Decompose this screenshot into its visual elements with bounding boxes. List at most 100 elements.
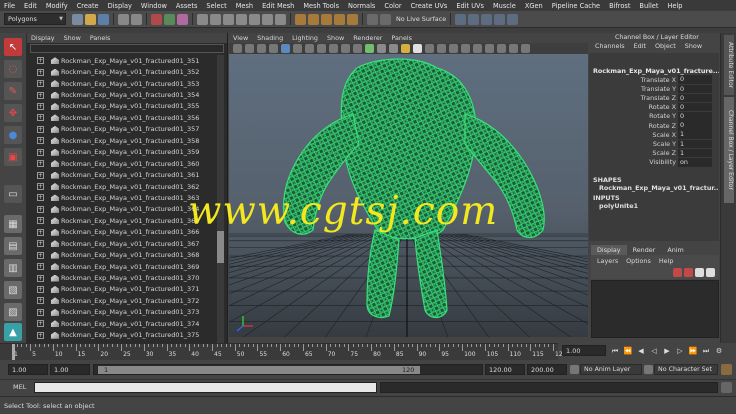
new-scene-icon[interactable]	[72, 13, 83, 25]
outliner-item[interactable]: + Rockman_Exp_Maya_v01_fractured01_373	[27, 307, 217, 318]
outliner-item[interactable]: + Rockman_Exp_Maya_v01_fractured01_352	[27, 66, 217, 77]
safe-title-icon[interactable]	[353, 44, 362, 53]
select-object-icon[interactable]	[164, 13, 175, 25]
outliner-item[interactable]: + Rockman_Exp_Maya_v01_fractured01_367	[27, 238, 217, 249]
expand-icon[interactable]: +	[37, 217, 44, 225]
channel-attribute-value[interactable]: 1	[678, 148, 712, 158]
menu-pipeline-cache[interactable]: Pipeline Cache	[552, 2, 600, 10]
make-live-icon[interactable]	[347, 13, 358, 25]
range-slider-handle[interactable]	[98, 366, 420, 374]
expand-icon[interactable]: +	[37, 274, 44, 282]
select-surface-icon[interactable]	[236, 13, 247, 25]
hypershade-layout-icon[interactable]: ▨	[4, 303, 22, 321]
step-forward-frame-icon[interactable]: ▷	[675, 346, 685, 356]
save-scene-icon[interactable]	[98, 13, 109, 25]
channel-attribute-name[interactable]: Rotate Y	[589, 112, 678, 120]
single-perspective-layout-icon[interactable]: ▦	[4, 215, 22, 233]
image-plane-icon[interactable]	[269, 44, 278, 53]
start-time-field[interactable]: 1.00	[8, 364, 48, 375]
menu-color[interactable]: Color	[384, 2, 401, 10]
channel-attribute-row[interactable]: Translate X0	[589, 75, 719, 84]
expand-icon[interactable]: +	[37, 137, 44, 145]
range-slider[interactable]: 1 120	[93, 364, 483, 375]
menu-muscle[interactable]: Muscle	[493, 2, 516, 10]
playback-start-field[interactable]: 1.00	[50, 364, 90, 375]
outliner-scroll-thumb[interactable]	[217, 231, 224, 263]
shadows-icon[interactable]	[425, 44, 434, 53]
safe-action-icon[interactable]	[341, 44, 350, 53]
rotate-tool-icon[interactable]: ●	[4, 126, 22, 144]
channel-attribute-row[interactable]: Translate Z0	[589, 93, 719, 103]
layer-tab-render[interactable]: Render	[627, 245, 662, 255]
menu-create[interactable]: Create	[77, 2, 99, 10]
move-layer-down-icon[interactable]	[684, 268, 693, 277]
expand-icon[interactable]: +	[37, 68, 44, 76]
menu-edit-mesh[interactable]: Edit Mesh	[262, 2, 294, 10]
select-tool-icon[interactable]: ↖	[4, 38, 22, 56]
move-tool-icon[interactable]: ✥	[4, 104, 22, 122]
new-layer-selected-icon[interactable]	[706, 268, 715, 277]
grid-icon[interactable]	[281, 44, 290, 53]
channel-attribute-value[interactable]: 0	[678, 121, 712, 130]
layer-menu-layers[interactable]: Layers	[597, 257, 618, 265]
snap-curve-icon[interactable]	[308, 13, 319, 25]
outliner-item[interactable]: + Rockman_Exp_Maya_v01_fractured01_356	[27, 112, 217, 123]
field-chart-icon[interactable]	[329, 44, 338, 53]
persp-outliner-layout-icon[interactable]: ▥	[4, 259, 22, 277]
playback-end-field[interactable]: 120.00	[485, 364, 525, 375]
wireframe-on-shaded-icon[interactable]	[389, 44, 398, 53]
menu-window[interactable]: Window	[141, 2, 167, 10]
expand-icon[interactable]: +	[37, 194, 44, 202]
outliner-item[interactable]: + Rockman_Exp_Maya_v01_fractured01_374	[27, 318, 217, 329]
menu-bullet[interactable]: Bullet	[639, 2, 658, 10]
menu-edit-uvs[interactable]: Edit UVs	[456, 2, 484, 10]
channel-box-menu-channels[interactable]: Channels	[595, 42, 625, 50]
persp-graph-layout-icon[interactable]: ▧	[4, 281, 22, 299]
auto-keyframe-icon[interactable]	[721, 364, 732, 375]
layer-tab-display[interactable]: Display	[591, 245, 627, 255]
channel-attribute-name[interactable]: Scale Y	[589, 140, 678, 148]
channel-attribute-value[interactable]: 0	[678, 102, 712, 112]
viewport-menu-panels[interactable]: Panels	[391, 34, 412, 42]
current-time-indicator[interactable]	[12, 344, 15, 360]
expand-icon[interactable]: +	[37, 251, 44, 259]
command-input[interactable]	[34, 382, 377, 393]
select-curve-icon[interactable]	[223, 13, 234, 25]
channel-attribute-row[interactable]: Translate Y0	[589, 84, 719, 94]
viewport-menu-lighting[interactable]: Lighting	[292, 34, 318, 42]
expand-icon[interactable]: +	[37, 102, 44, 110]
channel-attribute-value[interactable]: 0	[678, 93, 712, 103]
scale-tool-icon[interactable]: ▣	[4, 148, 22, 166]
depth-of-field-icon[interactable]	[473, 44, 482, 53]
channel-attribute-name[interactable]: Rotate Z	[589, 122, 678, 130]
expand-icon[interactable]: +	[37, 171, 44, 179]
expand-icon[interactable]: +	[37, 228, 44, 236]
screen-space-ao-icon[interactable]	[437, 44, 446, 53]
animation-preferences-icon[interactable]: ⚙	[714, 346, 724, 356]
expand-icon[interactable]: +	[37, 148, 44, 156]
outliner-menu-display[interactable]: Display	[31, 34, 55, 42]
outliner-item[interactable]: + Rockman_Exp_Maya_v01_fractured01_369	[27, 261, 217, 272]
gate-mask-icon[interactable]	[317, 44, 326, 53]
step-forward-key-icon[interactable]: ⏩	[688, 346, 698, 356]
channel-attribute-row[interactable]: Rotate X0	[589, 102, 719, 112]
step-back-key-icon[interactable]: ⏪	[623, 346, 633, 356]
render-view-icon[interactable]	[455, 13, 467, 25]
channel-box-menu-edit[interactable]: Edit	[634, 42, 646, 50]
anti-aliasing-icon[interactable]	[461, 44, 470, 53]
render-settings-icon[interactable]	[494, 13, 506, 25]
wireframe-icon[interactable]	[365, 44, 374, 53]
expand-icon[interactable]: +	[37, 160, 44, 168]
outliner-item[interactable]: + Rockman_Exp_Maya_v01_fractured01_372	[27, 295, 217, 306]
four-view-layout-icon[interactable]: ▤	[4, 237, 22, 255]
menu-file[interactable]: File	[4, 2, 15, 10]
outliner-menu-panels[interactable]: Panels	[90, 34, 111, 42]
outliner-item[interactable]: + Rockman_Exp_Maya_v01_fractured01_361	[27, 169, 217, 180]
menu-create-uvs[interactable]: Create UVs	[411, 2, 448, 10]
outliner-item[interactable]: + Rockman_Exp_Maya_v01_fractured01_351	[27, 55, 217, 66]
shapes-value[interactable]: Rockman_Exp_Maya_v01_fractur...	[589, 184, 719, 192]
menu-set-dropdown[interactable]: Polygons	[4, 13, 66, 25]
outliner-item[interactable]: + Rockman_Exp_Maya_v01_fractured01_375	[27, 330, 217, 341]
paint-select-tool-icon[interactable]: ✎	[4, 82, 22, 100]
layer-menu-options[interactable]: Options	[626, 257, 651, 265]
